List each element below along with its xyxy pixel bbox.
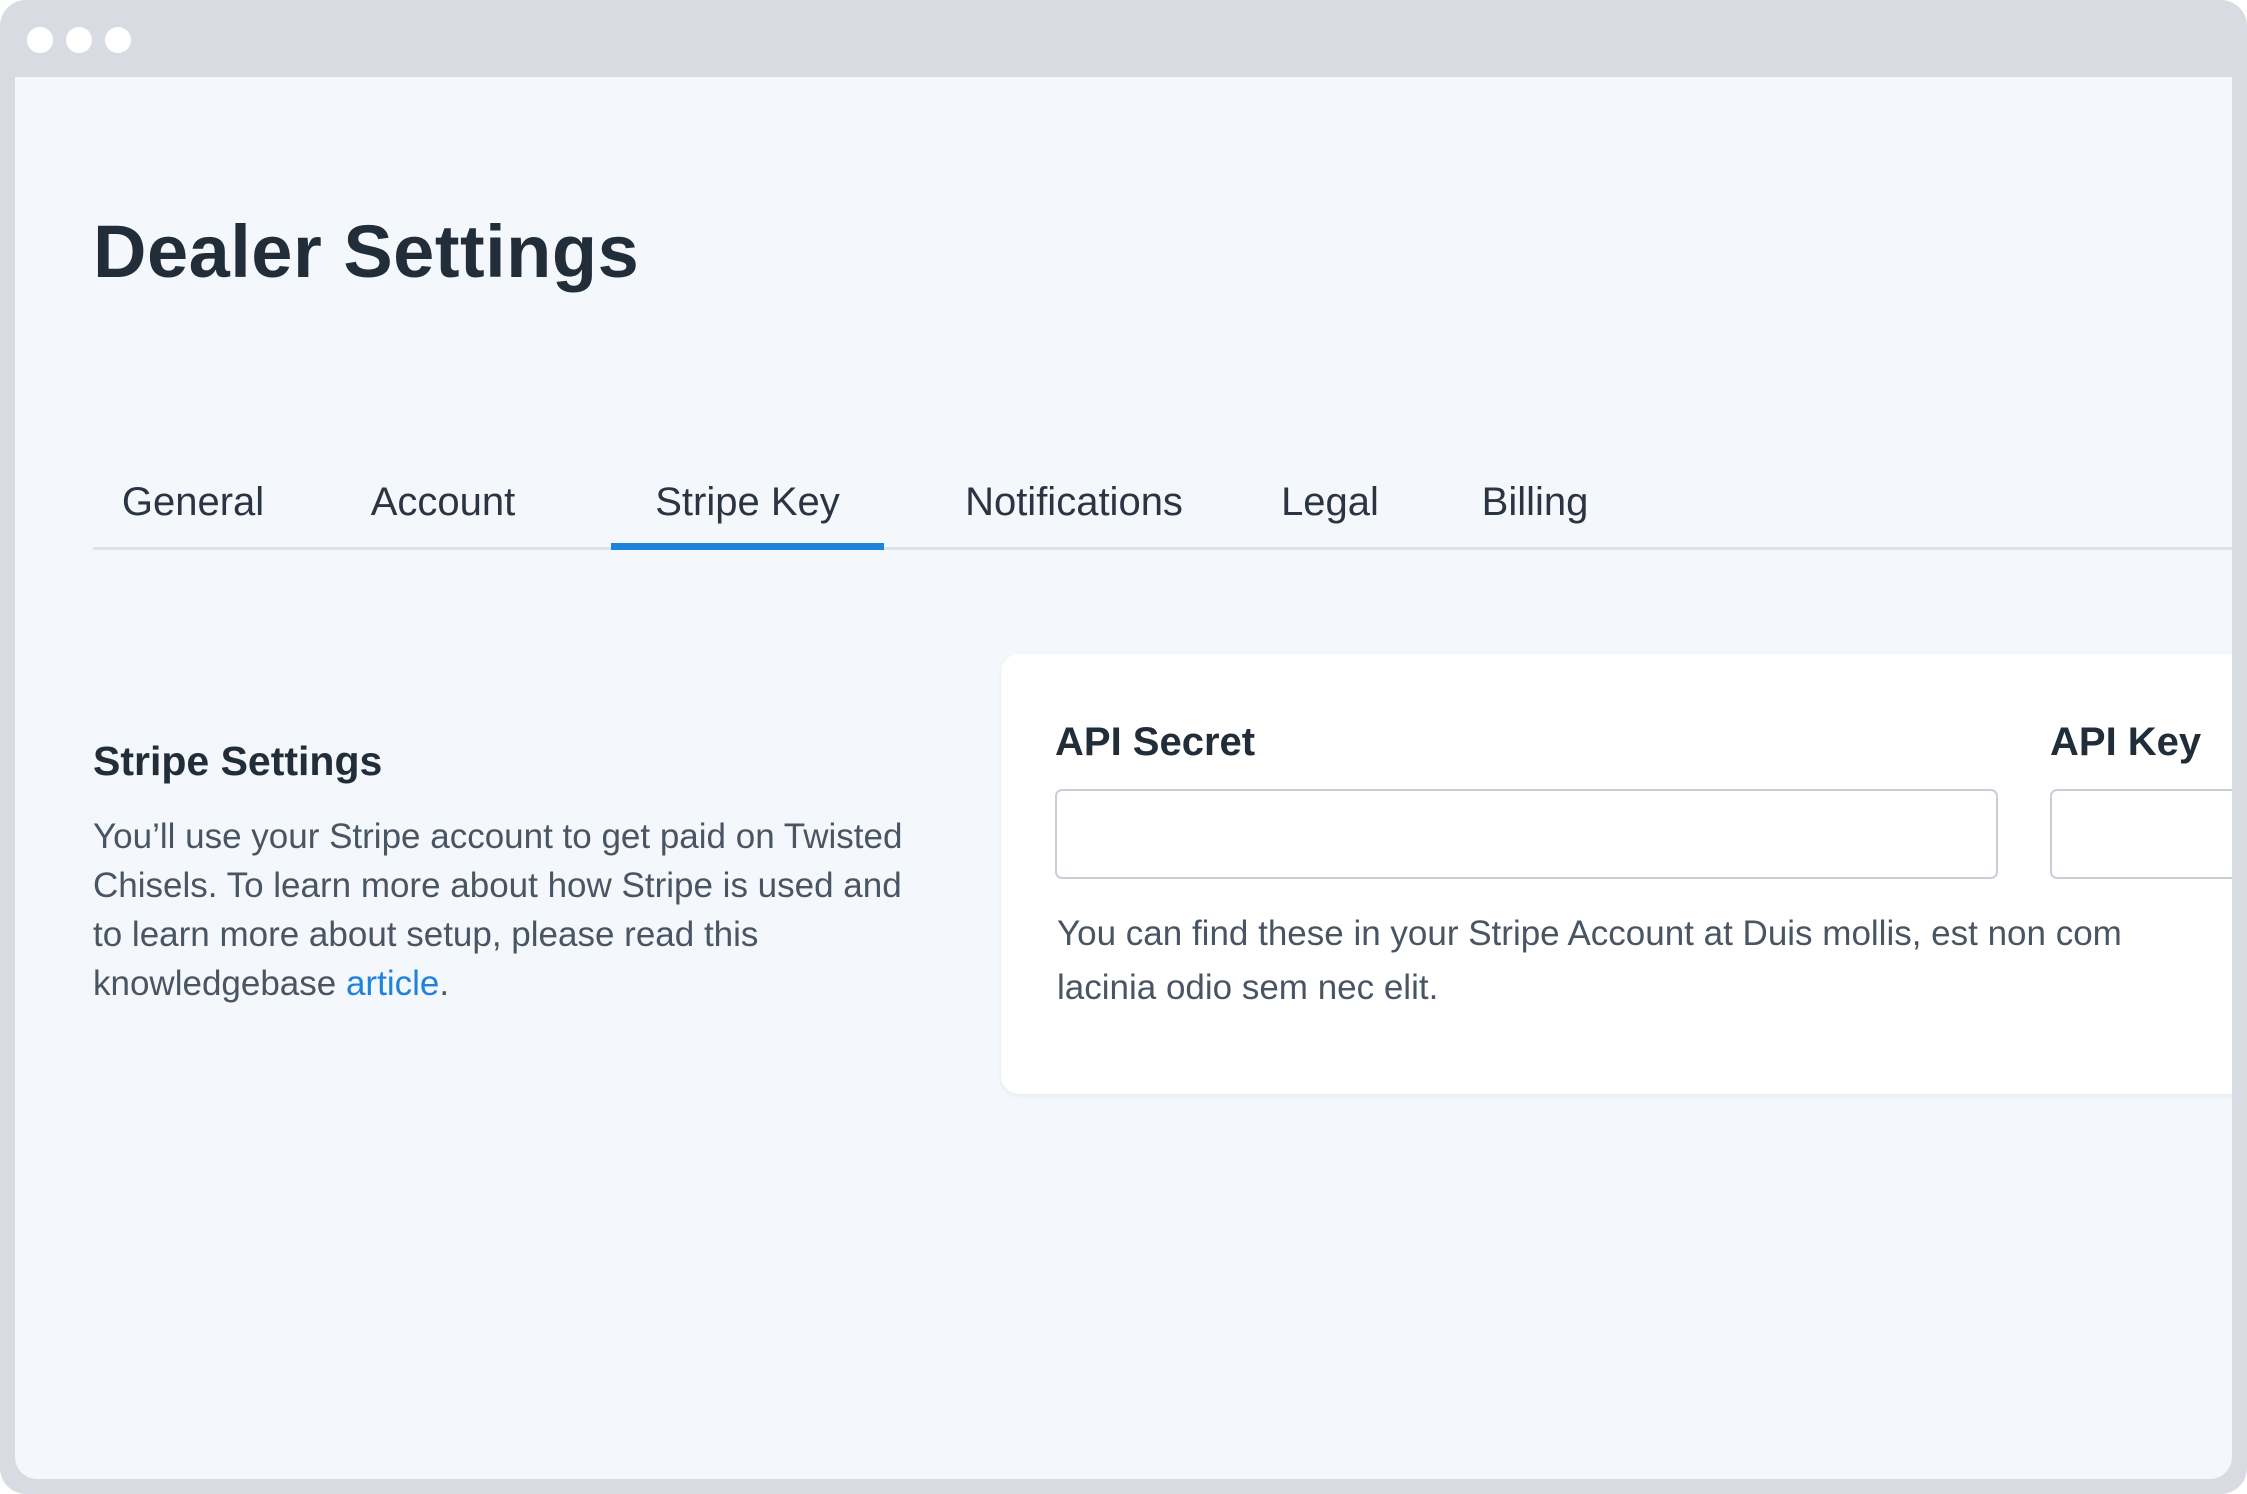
page-content: Dealer Settings General Account Stripe K…: [15, 77, 2232, 1479]
section-description-text: You’ll use your Stripe account to get pa…: [93, 817, 903, 1003]
section-description: You’ll use your Stripe account to get pa…: [93, 812, 923, 1008]
api-key-label: API Key: [2050, 720, 2202, 764]
window-close-dot[interactable]: [27, 27, 53, 53]
tab-billing[interactable]: Billing: [1450, 457, 1620, 547]
api-secret-input[interactable]: [1055, 789, 1998, 879]
knowledgebase-article-link[interactable]: article: [346, 964, 439, 1003]
window-titlebar: [0, 0, 2247, 77]
section-description-end: .: [439, 964, 450, 1003]
tab-notifications[interactable]: Notifications: [929, 457, 1219, 547]
section-title: Stripe Settings: [93, 738, 383, 784]
tab-account[interactable]: Account: [333, 457, 553, 547]
window-minimize-dot[interactable]: [66, 27, 92, 53]
tab-general[interactable]: General: [93, 457, 293, 547]
tab-legal[interactable]: Legal: [1260, 457, 1400, 547]
stripe-keys-card: API Secret API Key You can find these in…: [1001, 654, 2232, 1094]
api-key-input[interactable]: [2050, 789, 2232, 879]
api-help-line-1: You can find these in your Stripe Accoun…: [1057, 914, 2122, 953]
api-secret-label: API Secret: [1055, 720, 1256, 764]
browser-window: Dealer Settings General Account Stripe K…: [0, 0, 2247, 1494]
window-maximize-dot[interactable]: [105, 27, 131, 53]
page-title: Dealer Settings: [93, 210, 640, 293]
api-help-text: You can find these in your Stripe Accoun…: [1057, 907, 2232, 1015]
api-help-line-2: lacinia odio sem nec elit.: [1057, 968, 1439, 1007]
settings-tabs: General Account Stripe Key Notifications…: [93, 457, 2232, 550]
tab-stripe-key[interactable]: Stripe Key: [611, 457, 884, 550]
